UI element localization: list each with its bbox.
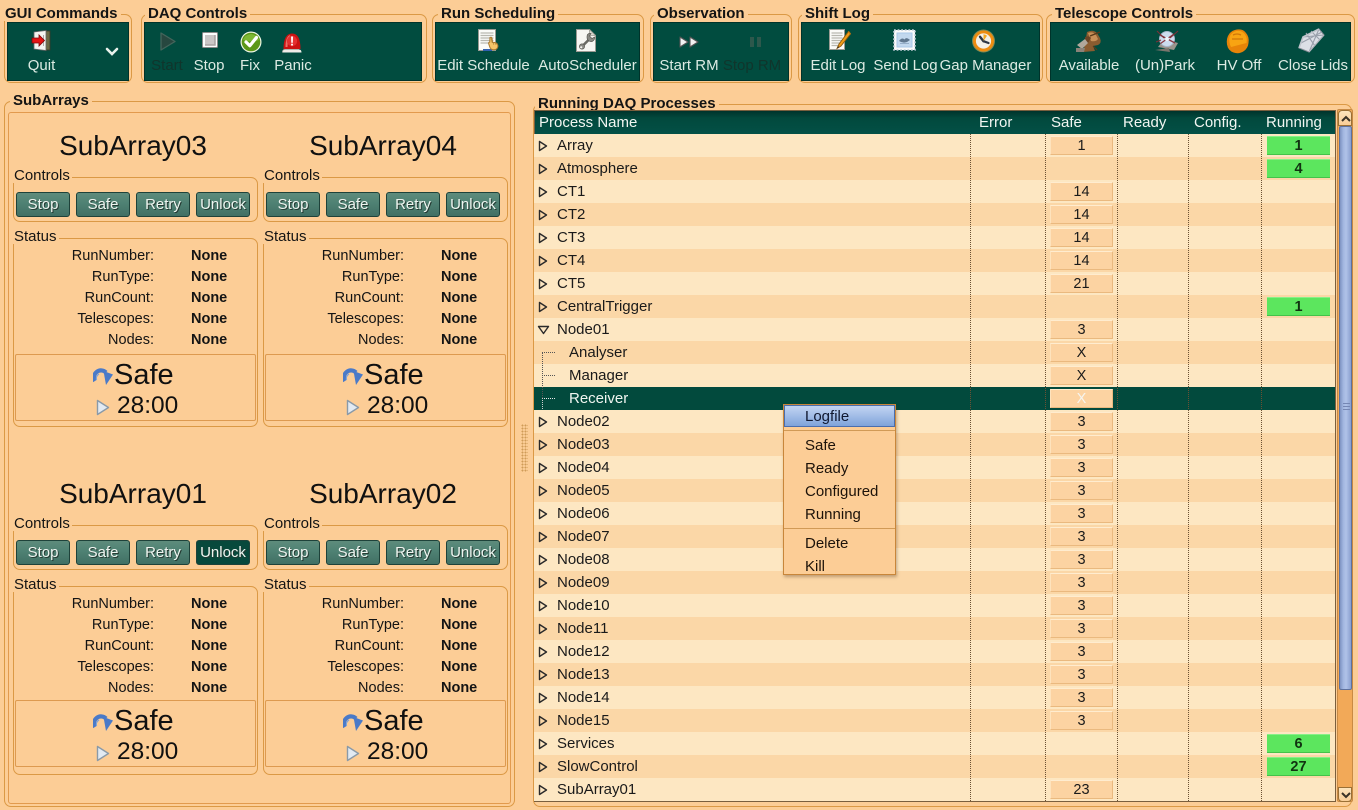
svg-text:!: ! [290,34,294,49]
